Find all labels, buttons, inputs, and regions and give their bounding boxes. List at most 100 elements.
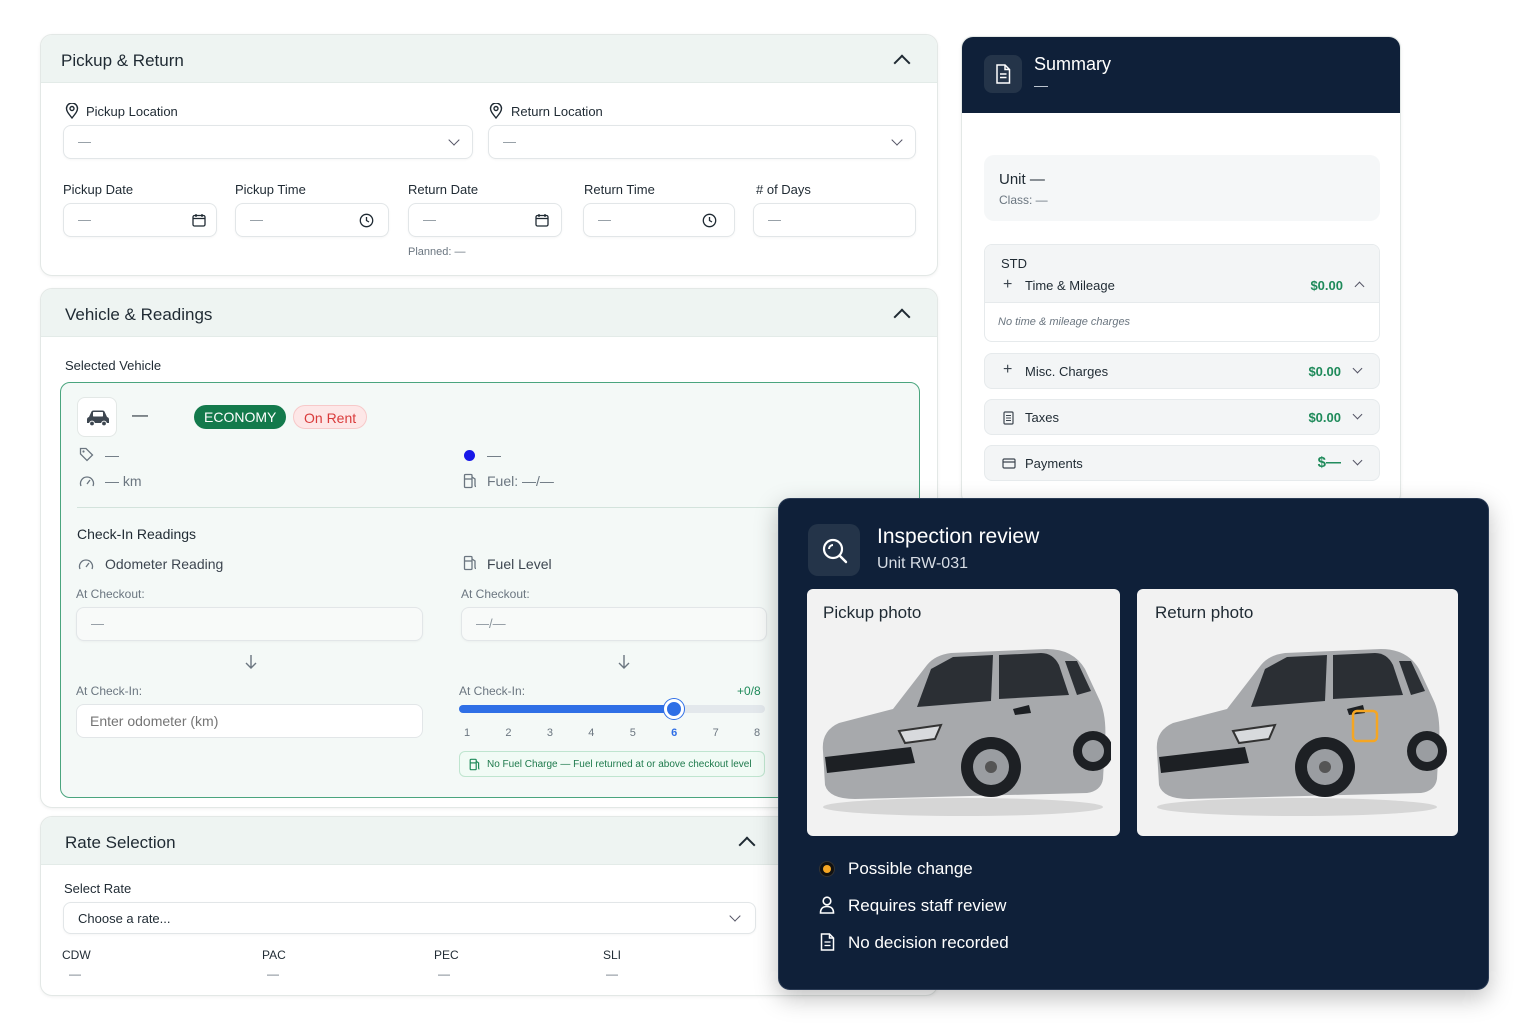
plus-icon: + bbox=[1003, 276, 1013, 293]
speedometer-icon bbox=[79, 476, 95, 487]
collapse-chevron-icon[interactable] bbox=[738, 836, 756, 854]
chevron-down-icon bbox=[1352, 363, 1363, 374]
fuel-checkout-value: —/— bbox=[476, 616, 506, 631]
fuel-pump-icon bbox=[469, 758, 480, 771]
vehicle-readings-header[interactable]: Vehicle & Readings bbox=[41, 289, 937, 337]
time-mileage-note: No time & mileage charges bbox=[998, 316, 1131, 328]
cdw-label: CDW bbox=[62, 948, 91, 962]
pec-value: — bbox=[438, 967, 450, 981]
odo-checkout-field: — bbox=[76, 607, 423, 641]
chevron-down-icon bbox=[729, 910, 741, 922]
return-location-select[interactable]: — bbox=[488, 125, 916, 159]
chevron-down-icon bbox=[1352, 409, 1363, 420]
fuel-tick-labels: 1 2 3 4 5 6 7 8 bbox=[459, 727, 765, 741]
clock-icon[interactable] bbox=[359, 213, 374, 228]
fuel-tick-label: 4 bbox=[588, 727, 595, 739]
payments-row[interactable]: Payments $— bbox=[984, 445, 1380, 481]
car-icon bbox=[87, 410, 109, 427]
calendar-icon[interactable] bbox=[535, 213, 549, 227]
fuel-checkout-field: —/— bbox=[461, 607, 767, 641]
fuel-delta: +0/8 bbox=[737, 684, 761, 698]
summary-subtitle: — bbox=[1034, 77, 1048, 93]
pickup-return-card: Pickup & Return Pickup Location — Return… bbox=[40, 34, 938, 276]
pickup-location-value: — bbox=[78, 134, 91, 149]
fuel-pump-icon bbox=[463, 473, 477, 489]
pickup-time-value: — bbox=[250, 212, 263, 227]
return-photo-card[interactable]: Return photo bbox=[1137, 589, 1458, 836]
vehicle-color-dot bbox=[464, 450, 475, 461]
pac-value: — bbox=[267, 967, 279, 981]
magnifier-scan-icon bbox=[822, 538, 848, 564]
sli-label: SLI bbox=[603, 948, 622, 962]
fuel-tick-label: 2 bbox=[505, 727, 512, 739]
vehicle-color-value: — bbox=[487, 447, 501, 463]
unit-text: Unit — bbox=[999, 171, 1045, 188]
odometer-input[interactable] bbox=[76, 704, 423, 738]
return-time-input[interactable]: — bbox=[583, 203, 735, 237]
rate-selection-title: Rate Selection bbox=[65, 833, 176, 852]
days-label: # of Days bbox=[756, 182, 811, 197]
pickup-return-header[interactable]: Pickup & Return bbox=[41, 35, 937, 83]
planned-return-text: Planned: — bbox=[408, 246, 466, 258]
rate-select-value: Choose a rate... bbox=[78, 911, 171, 926]
chevron-down-icon bbox=[448, 134, 460, 146]
time-mileage-amount: $0.00 bbox=[1310, 278, 1343, 293]
days-value: — bbox=[768, 212, 781, 227]
pickup-location-select[interactable]: — bbox=[63, 125, 473, 159]
payments-amount: $— bbox=[1317, 454, 1341, 471]
summary-card: Summary — Unit — Class: — STD + Time & M… bbox=[961, 36, 1401, 506]
fuel-level-label: Fuel Level bbox=[487, 556, 552, 572]
return-location-value: — bbox=[503, 134, 516, 149]
document-icon bbox=[820, 933, 835, 951]
misc-charges-label: Misc. Charges bbox=[1025, 364, 1109, 379]
tag-icon bbox=[79, 447, 94, 462]
orange-dot-icon bbox=[819, 861, 835, 877]
fuel-slider-track[interactable] bbox=[459, 699, 765, 719]
collapse-chevron-icon[interactable] bbox=[893, 308, 911, 326]
calendar-icon[interactable] bbox=[192, 213, 206, 227]
vehicle-fuel-value: Fuel: —/— bbox=[487, 473, 554, 489]
inspection-icon-box bbox=[808, 524, 860, 576]
misc-charges-amount: $0.00 bbox=[1308, 364, 1341, 379]
pickup-photo-card[interactable]: Pickup photo bbox=[807, 589, 1120, 836]
pec-label: PEC bbox=[434, 948, 459, 962]
fuel-tick-label: 7 bbox=[712, 727, 719, 739]
inspection-unit: Unit RW-031 bbox=[877, 555, 968, 572]
pickup-time-label: Pickup Time bbox=[235, 182, 306, 197]
fuel-tick-label: 8 bbox=[754, 727, 761, 739]
checkin-readings-title: Check-In Readings bbox=[77, 526, 197, 542]
summary-title: Summary bbox=[1034, 54, 1112, 74]
return-date-input[interactable]: — bbox=[408, 203, 562, 237]
misc-charges-row[interactable]: + Misc. Charges $0.00 bbox=[984, 353, 1380, 389]
clock-icon[interactable] bbox=[702, 213, 717, 228]
cdw-value: — bbox=[69, 967, 81, 981]
pickup-time-input[interactable]: — bbox=[235, 203, 389, 237]
odo-checkout-label: At Checkout: bbox=[76, 587, 145, 601]
document-icon bbox=[996, 64, 1011, 84]
std-header[interactable]: STD + Time & Mileage $0.00 bbox=[985, 245, 1379, 303]
fuel-checkin-label: At Check-In: bbox=[459, 684, 526, 698]
return-photo-title: Return photo bbox=[1155, 603, 1254, 622]
collapse-chevron-icon[interactable] bbox=[893, 54, 911, 72]
speedometer-icon bbox=[78, 559, 94, 570]
chevron-down-icon bbox=[891, 134, 903, 146]
fuel-pump-icon bbox=[463, 555, 477, 571]
chevron-up-icon[interactable] bbox=[1354, 281, 1365, 292]
location-pin-icon bbox=[65, 103, 79, 119]
vehicle-name: — bbox=[132, 407, 148, 424]
vehicle-mileage-value: — km bbox=[105, 473, 142, 489]
car-icon-box bbox=[77, 397, 117, 437]
rate-select[interactable]: Choose a rate... bbox=[63, 902, 756, 934]
fuel-note-box: No Fuel Charge — Fuel returned at or abo… bbox=[459, 751, 765, 777]
days-input[interactable]: — bbox=[753, 203, 916, 237]
fuel-slider-thumb[interactable] bbox=[664, 699, 685, 719]
economy-badge: ECONOMY bbox=[194, 405, 287, 429]
fuel-note-text: No Fuel Charge — Fuel returned at or abo… bbox=[487, 759, 752, 770]
pickup-date-input[interactable]: — bbox=[63, 203, 217, 237]
pickup-car-image bbox=[822, 649, 1111, 816]
status-no-decision: No decision recorded bbox=[848, 933, 1009, 952]
taxes-row[interactable]: Taxes $0.00 bbox=[984, 399, 1380, 435]
fuel-slider-fill bbox=[459, 705, 675, 713]
odo-checkout-value: — bbox=[91, 616, 104, 631]
person-icon bbox=[819, 896, 835, 914]
